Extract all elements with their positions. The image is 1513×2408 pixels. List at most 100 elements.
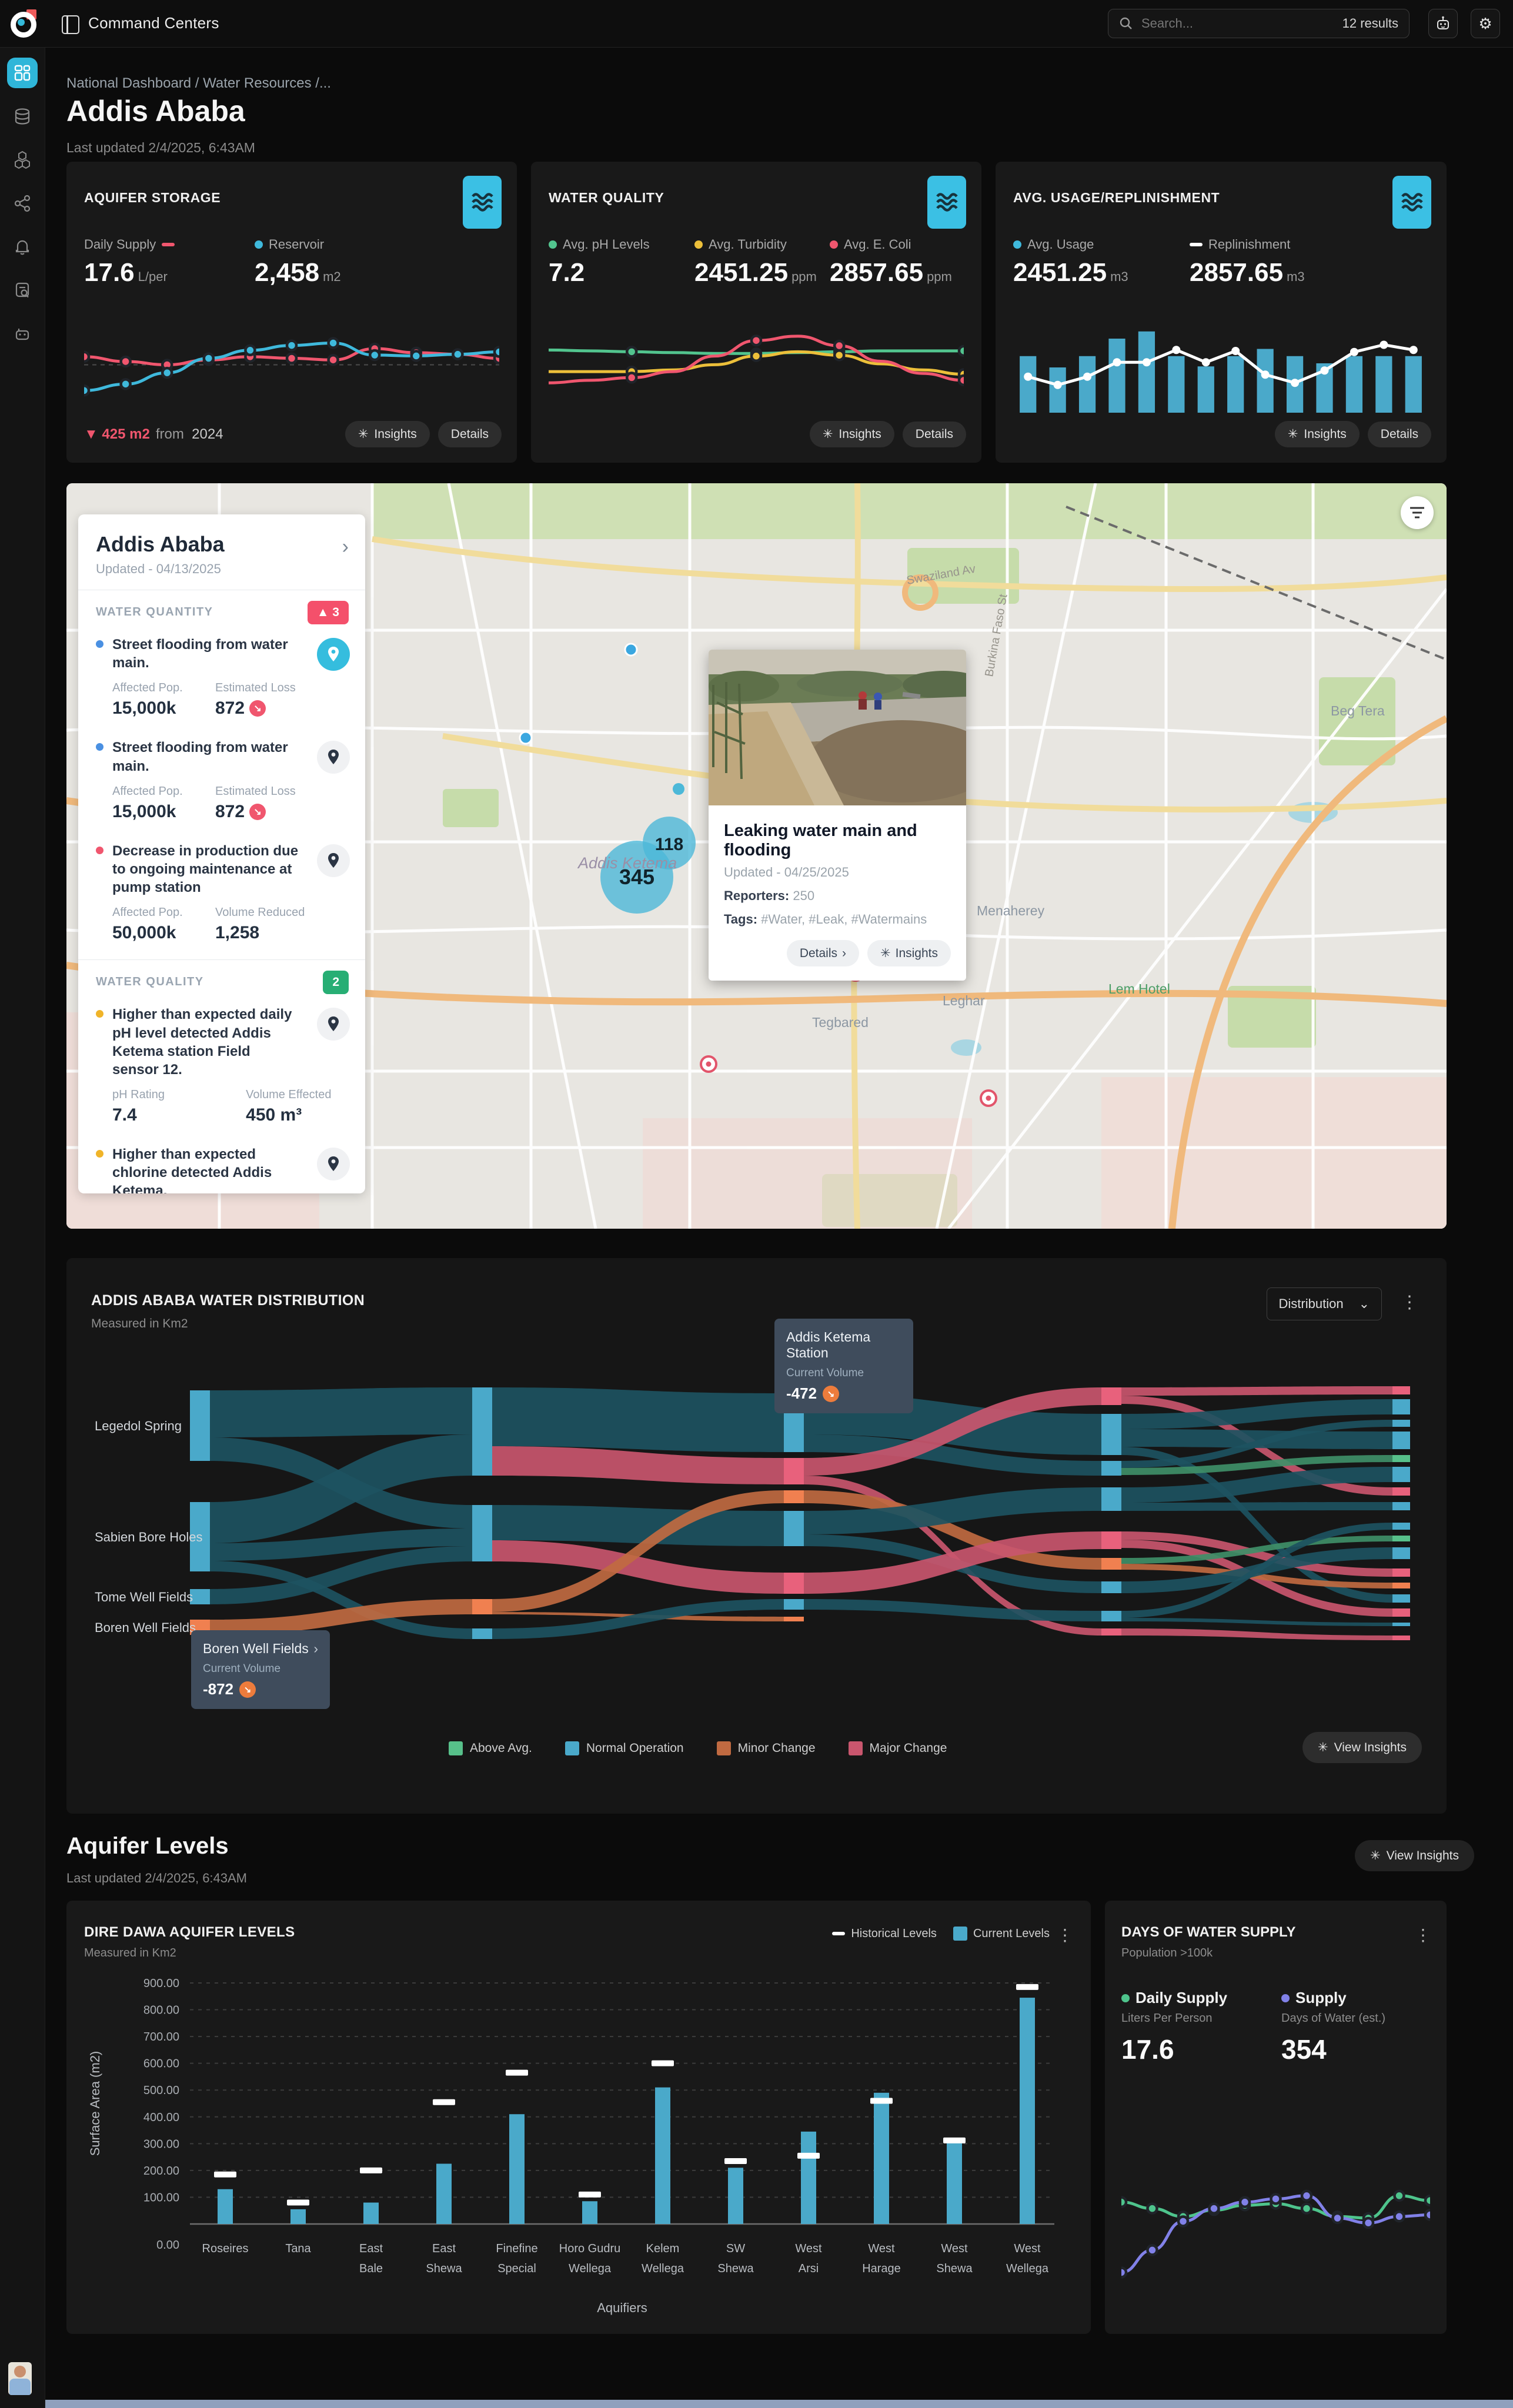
svg-text:East: East — [432, 2242, 456, 2255]
supply-stat: Supply Days of Water (est.) 354 — [1281, 1989, 1385, 2065]
sidebar-toggle-icon[interactable] — [62, 15, 79, 34]
svg-text:600.00: 600.00 — [143, 2058, 179, 2071]
incident-item[interactable]: Street flooding from water main. Affecte… — [78, 724, 365, 827]
robot-icon — [1435, 15, 1451, 32]
svg-text:West: West — [1014, 2242, 1041, 2255]
locate-pin-button[interactable] — [317, 638, 350, 671]
svg-text:Leghar: Leghar — [943, 993, 985, 1008]
svg-text:Shewa: Shewa — [936, 2262, 973, 2275]
view-insights-button[interactable]: ✳View Insights — [1294, 1732, 1422, 1763]
svg-text:300.00: 300.00 — [143, 2138, 179, 2151]
details-button[interactable]: Details — [1368, 422, 1431, 447]
trend-down-icon: ↘ — [239, 1681, 256, 1698]
insights-button[interactable]: ✳Insights — [810, 421, 894, 447]
incident-item[interactable]: Higher than expected daily pH level dete… — [78, 991, 365, 1131]
sparkle-icon: ✳ — [823, 427, 833, 442]
svg-text:800.00: 800.00 — [143, 2004, 179, 2017]
svg-text:Menaherey: Menaherey — [977, 903, 1045, 918]
user-avatar[interactable] — [8, 2362, 32, 2395]
locate-pin-button[interactable] — [317, 741, 350, 774]
incident-popup: Leaking water main and flooding Updated … — [709, 650, 966, 981]
days-supply-chart — [1121, 2130, 1430, 2306]
svg-text:Tana: Tana — [285, 2242, 311, 2255]
dire-legend: Historical Levels Current Levels — [832, 1927, 1050, 1941]
map-filter-button[interactable] — [1401, 496, 1434, 529]
kebab-menu[interactable]: ⋮ — [1057, 1925, 1073, 1945]
city-map[interactable]: 345118 Addis KetemaAutobus TeraBeg TeraL… — [66, 483, 1447, 1229]
popup-insights-button[interactable]: ✳Insights — [867, 940, 951, 966]
assistant-button[interactable] — [1428, 9, 1458, 38]
search-box[interactable]: 12 results — [1108, 9, 1410, 38]
sidebar-item-assets[interactable] — [7, 145, 38, 175]
chevron-right-icon[interactable]: › — [342, 536, 349, 558]
settings-button[interactable]: ⚙ — [1471, 9, 1500, 38]
svg-text:0.00: 0.00 — [156, 2239, 179, 2252]
search-input[interactable] — [1140, 15, 1342, 32]
sidebar-item-assistant[interactable] — [7, 319, 38, 349]
svg-text:Sabien Bore Holes: Sabien Bore Holes — [95, 1530, 202, 1544]
share-network-icon — [13, 194, 32, 213]
svg-text:SW: SW — [726, 2242, 745, 2255]
distribution-dropdown[interactable]: Distribution⌄ — [1267, 1287, 1382, 1320]
chevron-right-icon: › — [842, 947, 846, 961]
search-results-count: 12 results — [1342, 16, 1398, 31]
locate-pin-button[interactable] — [317, 844, 350, 877]
stat-usage: 2451.25m3 — [1013, 258, 1128, 287]
svg-text:East: East — [359, 2242, 383, 2255]
view-insights-button[interactable]: ✳View Insights — [1347, 1840, 1474, 1871]
svg-text:200.00: 200.00 — [143, 2165, 179, 2178]
pin-icon — [326, 749, 340, 765]
svg-text:Kelem: Kelem — [646, 2242, 680, 2255]
database-icon — [13, 107, 32, 126]
kebab-menu[interactable]: ⋮ — [1415, 1925, 1431, 1945]
incident-item[interactable]: Decrease in production due to ongoing ma… — [78, 828, 365, 949]
dire-subtitle: Measured in Km2 — [84, 1947, 176, 1960]
locate-pin-button[interactable] — [317, 1148, 350, 1180]
section-water-quantity: WATER QUANTITY — [96, 606, 213, 618]
sidebar-item-reports[interactable] — [7, 275, 38, 306]
svg-text:Roseires: Roseires — [202, 2242, 249, 2255]
details-button[interactable]: Details — [438, 422, 502, 447]
dashboard-root: Command Centers 12 results ⚙ — [0, 0, 1513, 2408]
page-updated: Last updated 2/4/2025, 6:43AM — [66, 140, 255, 156]
popup-reporters: Reporters: 250 — [724, 888, 951, 904]
details-button[interactable]: Details — [903, 422, 966, 447]
stat-turbidity: 2451.25ppm — [694, 258, 817, 287]
sankey-tooltip-station: Addis Ketema Station Current Volume -472… — [774, 1319, 913, 1413]
daily-supply-stat: Daily Supply Liters Per Person 17.6 — [1121, 1989, 1227, 2065]
pin-icon — [326, 1016, 340, 1032]
aquifer-levels-title: Aquifer Levels — [66, 1833, 229, 1859]
svg-text:Lem Hotel: Lem Hotel — [1108, 981, 1170, 996]
popup-details-button[interactable]: Details› — [787, 940, 859, 966]
incident-item[interactable]: Higher than expected chlorine detected A… — [78, 1131, 365, 1193]
chevron-right-icon[interactable]: › — [313, 1641, 318, 1657]
sankey-tooltip-boren: Boren Well Fields› Current Volume -872↘ — [191, 1630, 330, 1709]
sparkle-icon: ✳ — [1318, 1740, 1328, 1755]
grid-icon — [14, 64, 31, 82]
quality-badge: 2 — [323, 971, 349, 994]
quantity-badge: ▲ 3 — [308, 601, 349, 624]
locate-pin-button[interactable] — [317, 1008, 350, 1041]
sidebar-item-alerts[interactable] — [7, 232, 38, 262]
sparkle-icon: ✳ — [1370, 1848, 1381, 1863]
incident-item[interactable]: Street flooding from water main. Affecte… — [78, 621, 365, 724]
popup-title: Leaking water main and flooding — [724, 821, 951, 860]
insights-button[interactable]: ✳Insights — [345, 421, 430, 447]
svg-text:Tome Well Fields: Tome Well Fields — [95, 1590, 193, 1604]
sidebar-item-data[interactable] — [7, 101, 38, 132]
svg-text:Addis Ketema: Addis Ketema — [577, 854, 677, 872]
insights-button[interactable]: ✳Insights — [1275, 421, 1360, 447]
card-title: WATER QUALITY — [549, 190, 664, 206]
robot-icon — [13, 325, 32, 343]
document-search-icon — [13, 281, 32, 300]
sidebar-item-dashboard[interactable] — [7, 58, 38, 88]
kebab-menu[interactable]: ⋮ — [1401, 1292, 1418, 1313]
svg-text:Horo Gudru: Horo Gudru — [559, 2242, 621, 2255]
breadcrumb[interactable]: National Dashboard / Water Resources /..… — [66, 75, 331, 92]
svg-text:Finefine: Finefine — [496, 2242, 537, 2255]
aquifer-levels-updated: Last updated 2/4/2025, 6:43AM — [66, 1871, 247, 1886]
svg-text:Surface Area (m2): Surface Area (m2) — [88, 2051, 102, 2156]
dire-dawa-card: DIRE DAWA AQUIFER LEVELS Measured in Km2… — [66, 1901, 1091, 2334]
sparkle-icon: ✳ — [358, 427, 369, 442]
sidebar-item-network[interactable] — [7, 188, 38, 219]
